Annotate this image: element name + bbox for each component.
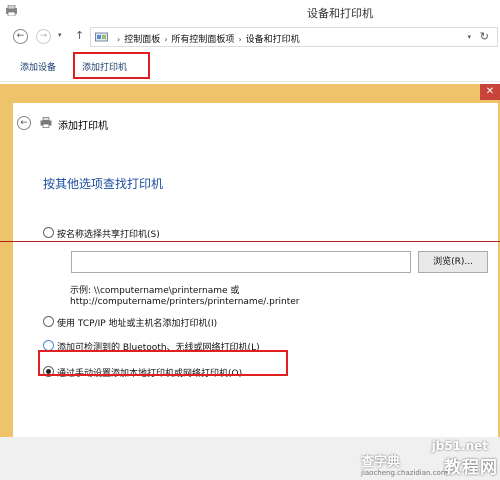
forward-arrow-icon[interactable]: → [36, 29, 51, 44]
manual-option-highlight-box [38, 350, 288, 376]
breadcrumb-item-all-items[interactable]: 所有控制面板项 [171, 32, 234, 45]
breadcrumb-item-control-panel[interactable]: 控制面板 [124, 32, 160, 45]
recent-locations-chevron-icon[interactable]: ▾ [58, 31, 62, 39]
share-by-name-radio[interactable] [43, 227, 54, 238]
breadcrumb-separator-icon[interactable]: › [238, 35, 241, 44]
control-panel-icon [95, 32, 108, 42]
address-row: ← → ▾ ↑ › 控制面板 › 所有控制面板项 › 设备和打印机 ▾ ↻ [0, 24, 500, 50]
breadcrumb: › 控制面板 › 所有控制面板项 › 设备和打印机 [113, 32, 300, 45]
wizard-title: 添加打印机 [58, 121, 108, 132]
window-title: 设备和打印机 [307, 7, 373, 20]
address-bar[interactable]: › 控制面板 › 所有控制面板项 › 设备和打印机 ▾ ↻ [90, 27, 498, 47]
tcp-ip-label: 使用 TCP/IP 地址或主机名添加打印机(I) [57, 319, 218, 329]
browse-button[interactable]: 浏览(R)... [418, 251, 488, 273]
address-dropdown-icon[interactable]: ▾ [467, 33, 471, 41]
watermark-right-text: 教程网 [444, 458, 498, 478]
wizard-back-arrow-icon[interactable]: ← [17, 116, 31, 130]
window-titlebar: 设备和打印机 [0, 0, 500, 24]
share-by-name-label: 按名称选择共享打印机(S) [57, 230, 160, 240]
up-arrow-icon[interactable]: ↑ [75, 29, 84, 42]
add-printer-highlight-box [73, 52, 150, 79]
watermark-url: jiaocheng.chazidian.com [361, 469, 448, 477]
breadcrumb-root-chevron-icon[interactable]: › [117, 35, 120, 44]
add-printer-wizard: ✕ ← 添加打印机 按其他选项查找打印机 按名称选择共享打印机(S) 浏览(R)… [0, 84, 500, 480]
add-device-button[interactable]: 添加设备 [20, 60, 56, 73]
close-icon[interactable]: ✕ [480, 84, 500, 100]
watermark-site: jb51.net [431, 439, 488, 453]
printer-icon [40, 117, 52, 128]
wizard-heading: 按其他选项查找打印机 [43, 177, 164, 191]
tcp-ip-radio[interactable] [43, 316, 54, 327]
watermark-left-text: 查字典 [361, 455, 401, 470]
breadcrumb-separator-icon[interactable]: › [164, 35, 167, 44]
watermark: jb51.net 查字典 教程网 jiaocheng.chazidian.com [357, 439, 500, 480]
example-text-line2: http://computername/printers/printername… [70, 297, 300, 307]
screenshot-root: 设备和打印机 ← → ▾ ↑ › 控制面板 › 所有控制面板项 › 设备和打印机 ▾ ↻ … [0, 0, 500, 480]
wizard-content: ← 添加打印机 按其他选项查找打印机 按名称选择共享打印机(S) 浏览(R)..… [13, 103, 498, 480]
printer-name-input[interactable] [71, 251, 411, 273]
back-arrow-icon[interactable]: ← [13, 29, 28, 44]
refresh-icon[interactable]: ↻ [480, 30, 489, 43]
annotation-red-line [0, 241, 500, 242]
example-text-line1: 示例: \\computername\printername 或 [70, 286, 240, 296]
breadcrumb-item-devices-printers[interactable]: 设备和打印机 [246, 32, 300, 45]
